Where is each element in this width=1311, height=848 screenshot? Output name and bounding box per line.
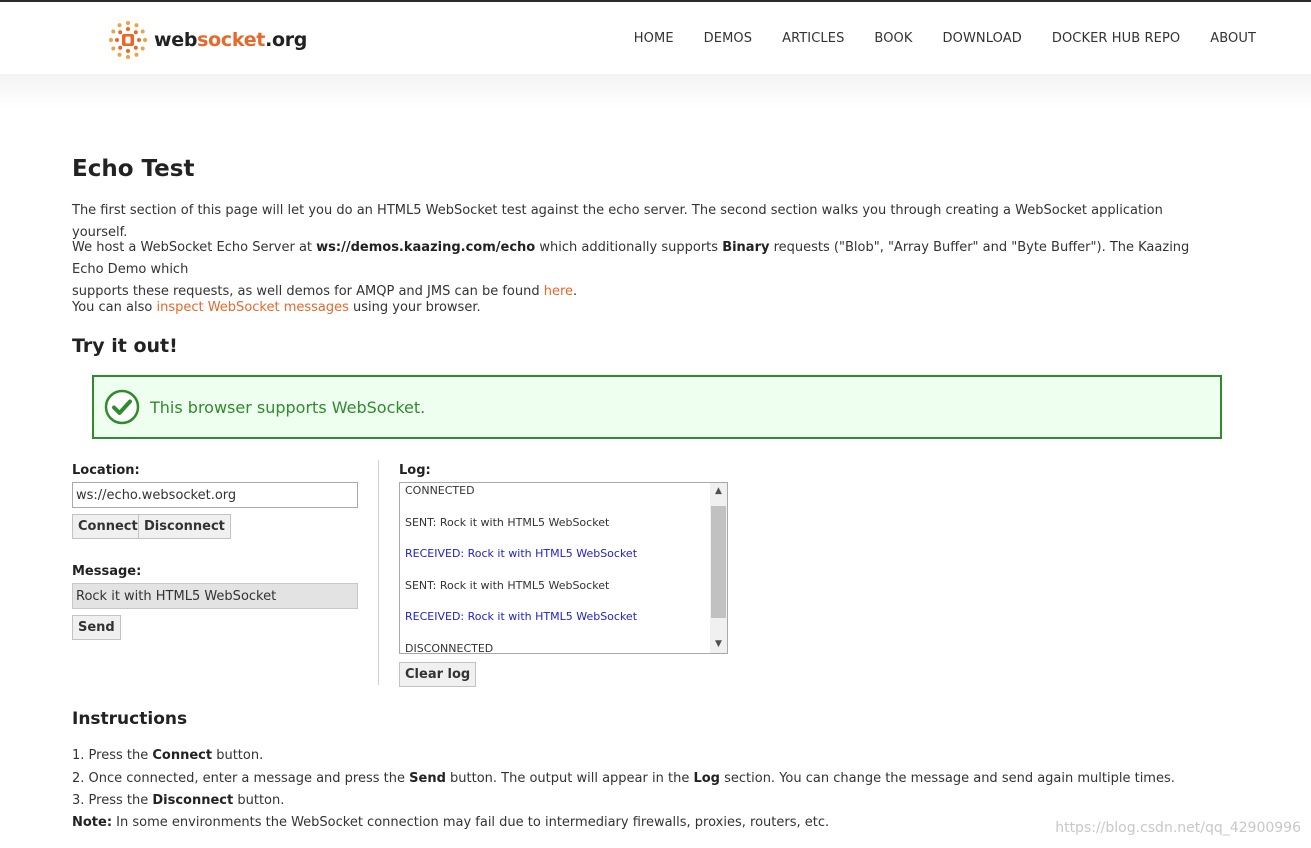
log-entry: RECEIVED: Rock it with HTML5 WebSocket bbox=[405, 547, 638, 561]
log-label: Log: bbox=[399, 463, 431, 478]
page-title: Echo Test bbox=[72, 156, 195, 182]
log-entry: DISCONNECTED bbox=[405, 641, 494, 654]
instruction-step: 2. Once connected, enter a message and p… bbox=[72, 770, 1175, 786]
log-entry: CONNECTED bbox=[405, 484, 475, 497]
log-entry: RECEIVED: Rock it with HTML5 WebSocket bbox=[405, 610, 638, 624]
websocket-logo-icon bbox=[109, 21, 147, 59]
disconnect-button[interactable]: Disconnect bbox=[138, 514, 231, 539]
log-scrollbar[interactable]: ▲ ▼ bbox=[710, 483, 727, 653]
support-message: This browser supports WebSocket. bbox=[150, 397, 426, 417]
try-it-out-heading: Try it out! bbox=[72, 335, 178, 357]
note-text: Note: In some environments the WebSocket… bbox=[72, 815, 830, 830]
inspect-paragraph: You can also inspect WebSocket messages … bbox=[72, 300, 481, 315]
header-shadow bbox=[0, 74, 1311, 108]
column-divider bbox=[378, 460, 379, 685]
scroll-up-icon[interactable]: ▲ bbox=[710, 483, 727, 500]
check-circle-icon bbox=[104, 389, 140, 425]
log-entries: CONNECTED SENT: Rock it with HTML5 WebSoc… bbox=[405, 484, 705, 654]
log-output[interactable]: CONNECTED SENT: Rock it with HTML5 WebSoc… bbox=[399, 482, 728, 654]
inspect-messages-link[interactable]: inspect WebSocket messages bbox=[156, 300, 348, 315]
message-label: Message: bbox=[72, 564, 142, 579]
logo-wordmark: websocket.org bbox=[154, 29, 308, 51]
location-label: Location: bbox=[72, 463, 140, 478]
websocket-support-banner: This browser supports WebSocket. bbox=[92, 375, 1222, 439]
nav-download[interactable]: DOWNLOAD bbox=[943, 31, 1022, 46]
nav-docker-hub-repo[interactable]: DOCKER HUB REPO bbox=[1052, 31, 1180, 46]
nav-about[interactable]: ABOUT bbox=[1210, 31, 1256, 46]
watermark: https://blog.csdn.net/qq_42900996 bbox=[1055, 820, 1301, 836]
location-input[interactable] bbox=[72, 482, 358, 508]
echo-server-paragraph: We host a WebSocket Echo Server at ws://… bbox=[72, 240, 1190, 299]
nav-articles[interactable]: ARTICLES bbox=[782, 31, 844, 46]
instruction-step: 3. Press the Disconnect button. bbox=[72, 793, 285, 808]
send-button[interactable]: Send bbox=[72, 615, 121, 640]
instructions-heading: Instructions bbox=[72, 709, 188, 729]
instructions-list: 1. Press the Connect button. 2. Once con… bbox=[72, 745, 1175, 813]
scroll-thumb[interactable] bbox=[711, 506, 726, 618]
main-nav: HOME DEMOS ARTICLES BOOK DOWNLOAD DOCKER… bbox=[604, 31, 1256, 46]
instruction-step: 1. Press the Connect button. bbox=[72, 748, 264, 763]
scroll-down-icon[interactable]: ▼ bbox=[710, 636, 727, 653]
clear-log-button[interactable]: Clear log bbox=[399, 662, 477, 687]
log-entry: SENT: Rock it with HTML5 WebSocket bbox=[405, 515, 610, 529]
site-logo[interactable]: websocket.org bbox=[108, 20, 307, 60]
connect-button[interactable]: Connect bbox=[72, 514, 144, 539]
nav-home[interactable]: HOME bbox=[634, 31, 674, 46]
site-header: websocket.org HOME DEMOS ARTICLES BOOK D… bbox=[0, 2, 1311, 74]
nav-demos[interactable]: DEMOS bbox=[704, 31, 752, 46]
message-input[interactable] bbox=[72, 583, 358, 609]
nav-book[interactable]: BOOK bbox=[874, 31, 912, 46]
echo-server-url: ws://demos.kaazing.com/echo bbox=[316, 240, 536, 255]
log-entry: SENT: Rock it with HTML5 WebSocket bbox=[405, 578, 610, 592]
